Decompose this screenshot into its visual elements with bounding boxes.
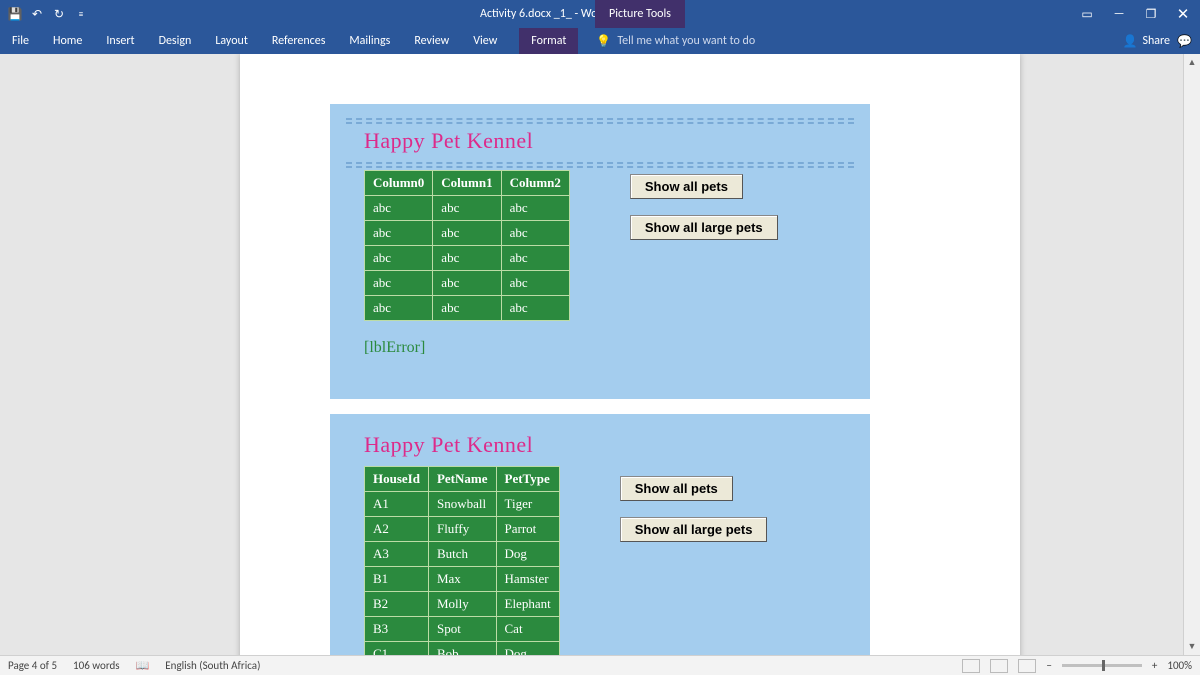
- table-row: A2FluffyParrot: [365, 517, 560, 542]
- save-icon[interactable]: 💾: [8, 7, 22, 21]
- language-indicator[interactable]: English (South Africa): [157, 659, 268, 672]
- tell-me-placeholder: Tell me what you want to do: [617, 34, 755, 48]
- page[interactable]: Happy Pet Kennel Column0Column1Column2 a…: [240, 54, 1020, 655]
- grid-populated: HouseIdPetNamePetType A1SnowballTiger A2…: [364, 466, 560, 655]
- zoom-slider[interactable]: [1062, 664, 1142, 667]
- table-row: abcabcabc: [365, 296, 570, 321]
- zoom-in-icon[interactable]: +: [1152, 659, 1157, 672]
- ribbon-display-icon[interactable]: ▭: [1080, 7, 1094, 21]
- qat-more-icon[interactable]: ≡: [74, 7, 88, 21]
- table-row: B1MaxHamster: [365, 567, 560, 592]
- table-row: A1SnowballTiger: [365, 492, 560, 517]
- zoom-level[interactable]: 100%: [1167, 659, 1192, 672]
- panel-title: Happy Pet Kennel: [364, 432, 854, 458]
- page-indicator[interactable]: Page 4 of 5: [0, 659, 65, 672]
- titlebar: 💾 ↶ ↻ ≡ Activity 6.docx _1_ - Word Pictu…: [0, 0, 1200, 28]
- panel-title: Happy Pet Kennel: [364, 128, 854, 154]
- comments-icon[interactable]: 💬: [1177, 34, 1192, 49]
- share-icon: 👤: [1122, 34, 1137, 49]
- show-large-pets-button[interactable]: Show all large pets: [630, 215, 778, 240]
- col-header: PetType: [496, 467, 559, 492]
- col-header: Column2: [501, 171, 569, 196]
- table-row: C1BobDog: [365, 642, 560, 656]
- web-layout-icon[interactable]: [1018, 659, 1036, 673]
- scroll-up-icon[interactable]: ▲: [1184, 54, 1200, 71]
- show-large-pets-button[interactable]: Show all large pets: [620, 517, 768, 542]
- share-button[interactable]: 👤 Share: [1122, 34, 1170, 49]
- panel-populated: Happy Pet Kennel HouseIdPetNamePetType A…: [330, 414, 870, 655]
- word-count[interactable]: 106 words: [65, 659, 128, 672]
- tab-insert[interactable]: Insert: [94, 28, 146, 54]
- read-mode-icon[interactable]: [962, 659, 980, 673]
- table-row: abcabcabc: [365, 271, 570, 296]
- tab-file[interactable]: File: [0, 28, 41, 54]
- document-title: Activity 6.docx _1_ - Word: [480, 7, 608, 21]
- statusbar: Page 4 of 5 106 words 📖 English (South A…: [0, 655, 1200, 675]
- show-all-pets-button[interactable]: Show all pets: [630, 174, 743, 199]
- tab-home[interactable]: Home: [41, 28, 94, 54]
- table-row: B2MollyElephant: [365, 592, 560, 617]
- lightbulb-icon: 💡: [596, 34, 611, 49]
- redo-icon[interactable]: ↻: [52, 7, 66, 21]
- zoom-out-icon[interactable]: −: [1046, 659, 1051, 672]
- col-header: PetName: [428, 467, 496, 492]
- table-row: B3SpotCat: [365, 617, 560, 642]
- undo-icon[interactable]: ↶: [30, 7, 44, 21]
- document-area: Happy Pet Kennel Column0Column1Column2 a…: [0, 54, 1200, 655]
- tab-references[interactable]: References: [260, 28, 338, 54]
- show-all-pets-button[interactable]: Show all pets: [620, 476, 733, 501]
- col-header: Column0: [365, 171, 433, 196]
- tab-review[interactable]: Review: [402, 28, 461, 54]
- table-row: abcabcabc: [365, 246, 570, 271]
- tab-mailings[interactable]: Mailings: [337, 28, 402, 54]
- col-header: Column1: [433, 171, 501, 196]
- close-icon[interactable]: ✕: [1176, 7, 1190, 21]
- tell-me-search[interactable]: 💡 Tell me what you want to do: [596, 34, 755, 49]
- picture-tools-label: Picture Tools: [595, 0, 685, 28]
- table-row: A3ButchDog: [365, 542, 560, 567]
- panel-template: Happy Pet Kennel Column0Column1Column2 a…: [330, 104, 870, 399]
- ribbon: File Home Insert Design Layout Reference…: [0, 28, 1200, 54]
- tab-layout[interactable]: Layout: [203, 28, 260, 54]
- tab-view[interactable]: View: [461, 28, 509, 54]
- minimize-icon[interactable]: —: [1112, 7, 1126, 21]
- table-row: abcabcabc: [365, 196, 570, 221]
- col-header: HouseId: [365, 467, 429, 492]
- tab-format[interactable]: Format: [519, 28, 578, 54]
- grid-template: Column0Column1Column2 abcabcabc abcabcab…: [364, 170, 570, 321]
- tab-design[interactable]: Design: [147, 28, 204, 54]
- lbl-error: [lblError]: [364, 339, 854, 357]
- table-row: abcabcabc: [365, 221, 570, 246]
- maximize-icon[interactable]: ❐: [1144, 7, 1158, 21]
- scroll-down-icon[interactable]: ▼: [1184, 638, 1200, 655]
- print-layout-icon[interactable]: [990, 659, 1008, 673]
- proofing-icon[interactable]: 📖: [128, 659, 158, 672]
- share-label: Share: [1142, 34, 1170, 48]
- vertical-scrollbar[interactable]: ▲ ▼: [1183, 54, 1200, 655]
